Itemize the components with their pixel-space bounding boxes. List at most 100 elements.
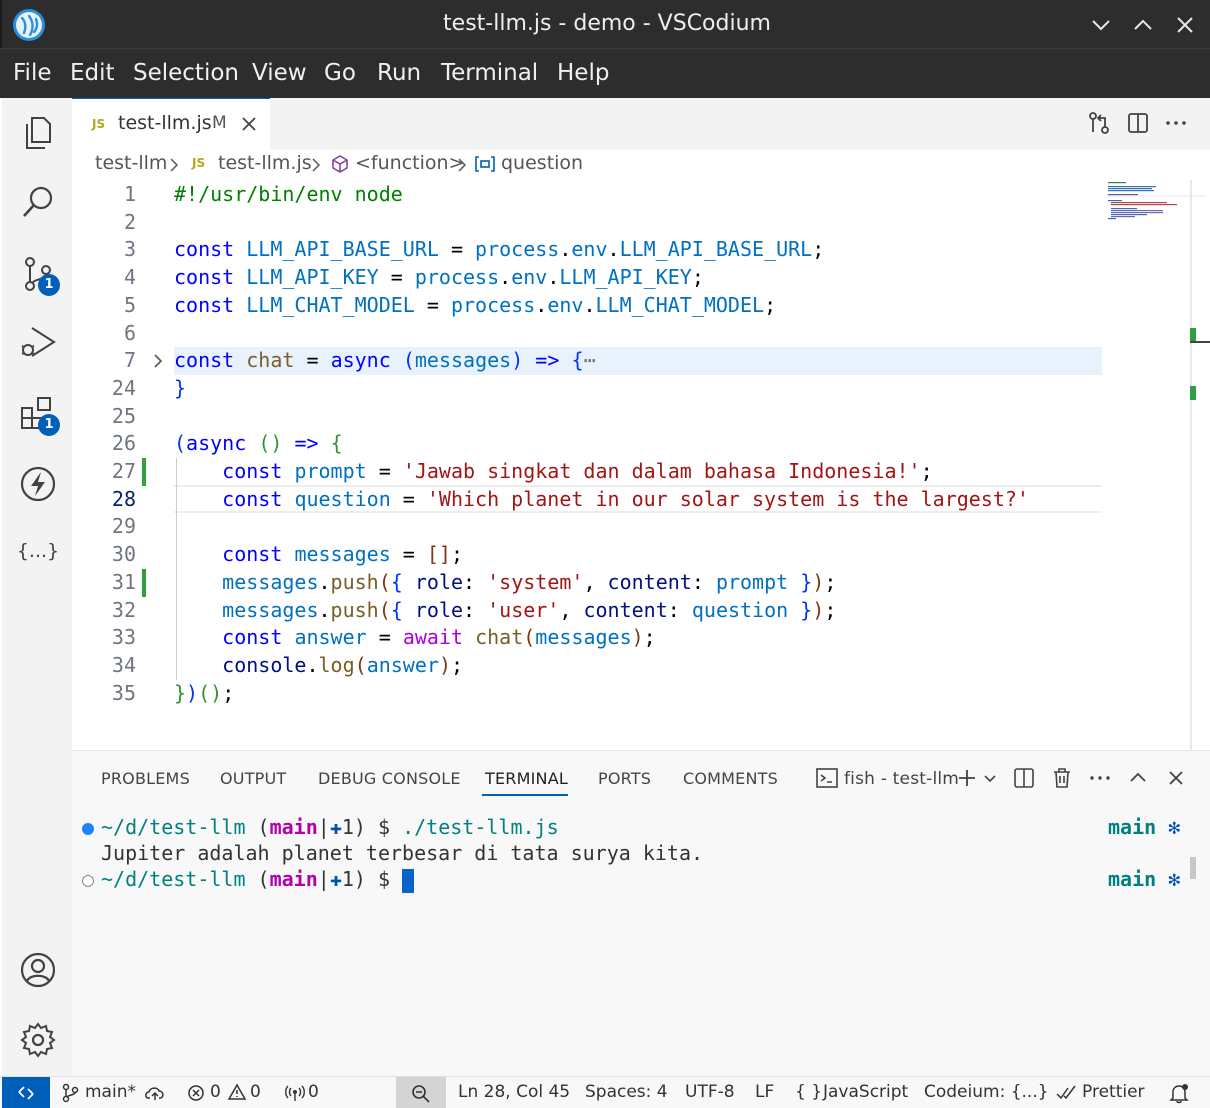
window-close-icon[interactable] — [1172, 12, 1198, 38]
js-file-icon: JS — [92, 117, 106, 131]
menu-terminal[interactable]: Terminal — [441, 60, 538, 86]
menu-run[interactable]: Run — [377, 60, 421, 86]
menu-view[interactable]: View — [252, 60, 307, 86]
tab-debug-console[interactable]: DEBUG CONSOLE — [318, 769, 461, 788]
activity-bar: 1 1 {...} — [2, 98, 72, 1076]
trash-icon[interactable] — [1050, 766, 1074, 790]
tab-comments[interactable]: COMMENTS — [683, 769, 778, 788]
terminal-line: ~/d/test-llm (main|✚1) $ ./test-llm.js — [101, 815, 559, 839]
warning-count[interactable]: 0 — [250, 1082, 261, 1102]
terminal-cursor — [402, 868, 415, 893]
codeium-status[interactable]: Codeium: {...} — [924, 1082, 1049, 1102]
code-line: })(); — [174, 681, 235, 705]
tab-terminal[interactable]: TERMINAL — [485, 769, 568, 788]
menu-edit[interactable]: Edit — [70, 60, 115, 86]
tab-problems[interactable]: PROBLEMS — [101, 769, 190, 788]
breadcrumb: test-llm JS test-llm.js <function> quest… — [72, 150, 1210, 180]
close-panel-icon[interactable] — [1164, 766, 1188, 790]
split-terminal-icon[interactable] — [1012, 766, 1036, 790]
zoom-indicator[interactable] — [396, 1077, 446, 1108]
open-changes-icon[interactable] — [1086, 110, 1112, 136]
tab-close-icon[interactable] — [238, 113, 260, 135]
command-pending-dot — [82, 875, 94, 887]
maximize-chevron-up-icon[interactable] — [1130, 12, 1156, 38]
menu-bar: File Edit Selection View Go Run Terminal… — [0, 48, 1210, 98]
line-number: 35 — [111, 681, 136, 705]
ports-count[interactable]: 0 — [308, 1082, 319, 1102]
modified-gutter-marker — [142, 458, 146, 486]
end-of-line[interactable]: LF — [755, 1082, 774, 1102]
status-bar: main* 0 0 0 Ln 28, Col 45 Spaces: 4 UTF-… — [0, 1076, 1210, 1108]
cloud-sync-icon[interactable] — [144, 1084, 166, 1102]
breadcrumb-folder[interactable]: test-llm — [95, 152, 167, 174]
variable-icon — [475, 156, 495, 172]
language-braces-icon: { } — [795, 1082, 823, 1102]
chevron-down-icon[interactable] — [982, 766, 998, 790]
code-line: (async () => { — [174, 431, 343, 455]
tab-test-llm-js[interactable]: JS test-llm.js M — [72, 98, 270, 150]
json-braces-icon[interactable]: {...} — [16, 540, 60, 570]
code-editor[interactable]: 1 2 3 4 5 6 7 24 25 26 27 28 29 30 31 32… — [72, 180, 1210, 750]
maximize-panel-chevron-up-icon[interactable] — [1126, 766, 1150, 790]
settings-gear-icon[interactable] — [16, 1018, 60, 1062]
editor-tab-bar: JS test-llm.js M — [72, 98, 1210, 150]
chevron-right-icon — [170, 158, 179, 172]
menu-help[interactable]: Help — [557, 60, 609, 86]
more-actions-icon[interactable] — [1163, 110, 1189, 136]
line-number: 27 — [111, 459, 136, 483]
line-number: 5 — [123, 293, 136, 317]
line-number: 25 — [111, 404, 136, 428]
extensions-item[interactable]: 1 — [2, 388, 72, 448]
error-count[interactable]: 0 — [210, 1082, 221, 1102]
line-number: 6 — [123, 321, 136, 345]
warning-icon — [227, 1083, 247, 1100]
menu-go[interactable]: Go — [324, 60, 356, 86]
fold-chevron-right-icon[interactable] — [152, 352, 164, 370]
window-title: test-llm.js - demo - VSCodium — [443, 11, 771, 36]
code-line: const chat = async (messages) => {⋯ — [174, 348, 596, 372]
fold-ellipsis[interactable]: ⋯ — [583, 348, 595, 372]
code-line: console.log(answer); — [222, 653, 464, 677]
more-actions-icon[interactable] — [1088, 766, 1112, 790]
minimize-chevron-down-icon[interactable] — [1088, 12, 1114, 38]
line-number: 1 — [123, 182, 136, 206]
terminal-instance-name[interactable]: fish - test-llm — [844, 769, 959, 789]
active-tab-underline — [482, 794, 568, 796]
code-line: const messages = []; — [222, 542, 464, 566]
encoding[interactable]: UTF-8 — [685, 1082, 735, 1102]
account-icon[interactable] — [16, 948, 60, 992]
line-number: 33 — [111, 625, 136, 649]
menu-selection[interactable]: Selection — [133, 60, 239, 86]
code-line: const LLM_API_KEY = process.env.LLM_API_… — [174, 265, 704, 289]
notifications-bell-icon[interactable] — [1168, 1082, 1190, 1104]
chevron-right-icon — [312, 158, 321, 172]
line-number-active: 28 — [111, 487, 136, 511]
code-line: #!/usr/bin/env node — [174, 182, 403, 206]
split-editor-icon[interactable] — [1125, 110, 1151, 136]
tab-output[interactable]: OUTPUT — [220, 769, 286, 788]
indentation[interactable]: Spaces: 4 — [585, 1082, 668, 1102]
tab-label: test-llm.js — [118, 112, 212, 134]
line-number: 4 — [123, 265, 136, 289]
lightning-icon[interactable] — [16, 462, 60, 506]
run-debug-icon[interactable] — [16, 320, 60, 364]
breadcrumb-file[interactable]: test-llm.js — [218, 152, 312, 174]
cursor-position[interactable]: Ln 28, Col 45 — [458, 1082, 570, 1102]
editor-scrollbar[interactable] — [1190, 180, 1192, 750]
git-branch[interactable]: main* — [85, 1082, 136, 1102]
scm-badge: 1 — [38, 274, 60, 296]
new-terminal-plus-icon[interactable] — [955, 766, 979, 790]
prettier-status[interactable]: Prettier — [1082, 1082, 1145, 1102]
breadcrumb-symbol[interactable]: question — [501, 152, 583, 174]
terminal-scrollbar[interactable] — [1190, 857, 1196, 879]
remote-indicator[interactable] — [2, 1077, 50, 1108]
breadcrumb-function[interactable]: <function> — [355, 152, 464, 174]
menu-file[interactable]: File — [13, 60, 52, 86]
explorer-files-icon[interactable] — [16, 110, 60, 154]
source-control-item[interactable]: 1 — [2, 248, 72, 308]
code-line: const question = 'Which planet in our so… — [222, 487, 1029, 511]
tab-ports[interactable]: PORTS — [598, 769, 651, 788]
search-icon[interactable] — [16, 180, 60, 224]
git-branch-icon — [62, 1083, 79, 1103]
language-mode[interactable]: JavaScript — [823, 1082, 908, 1102]
